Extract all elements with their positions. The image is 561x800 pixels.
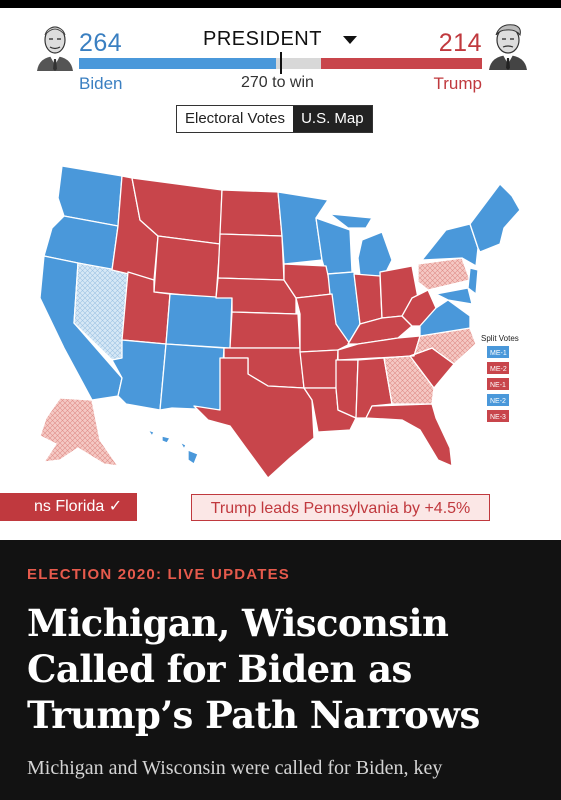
trump-avatar bbox=[486, 18, 530, 70]
biden-name: Biden bbox=[79, 74, 123, 93]
state-pennsylvania[interactable] bbox=[417, 257, 471, 291]
chevron-down-icon[interactable] bbox=[343, 36, 357, 44]
state-alaska[interactable] bbox=[39, 397, 119, 467]
split-vote-label: NE-1 bbox=[490, 382, 506, 389]
race-selector-label[interactable]: PRESIDENT bbox=[203, 28, 322, 51]
us-map-tab[interactable]: U.S. Map bbox=[293, 106, 372, 132]
state-kansas[interactable] bbox=[229, 311, 301, 349]
article-headline[interactable]: Michigan, Wisconsin Called for Biden as … bbox=[27, 600, 547, 738]
article-dek: Michigan and Wisconsin were called for B… bbox=[27, 757, 443, 779]
biden-electoral-votes: 264 bbox=[79, 29, 123, 57]
article-kicker[interactable]: ELECTION 2020: LIVE UPDATES bbox=[27, 566, 290, 583]
split-votes-title: Split Votes bbox=[481, 334, 519, 343]
view-toggle: Electoral Votes U.S. Map bbox=[176, 105, 373, 133]
state-north-dakota[interactable] bbox=[219, 189, 283, 237]
win-threshold-label: 270 to win bbox=[241, 74, 314, 91]
state-wyoming[interactable] bbox=[153, 235, 221, 299]
state-colorado[interactable] bbox=[165, 293, 233, 349]
state-florida[interactable] bbox=[365, 403, 453, 467]
split-vote-label: ME-1 bbox=[490, 350, 507, 357]
ticker-florida[interactable]: ns Florida ✓ bbox=[0, 493, 137, 521]
state-arkansas[interactable] bbox=[299, 349, 339, 389]
ticker-pennsylvania[interactable]: Trump leads Pennsylvania by +4.5% bbox=[191, 494, 490, 521]
electoral-votes-tab[interactable]: Electoral Votes bbox=[177, 106, 294, 132]
state-south-dakota[interactable] bbox=[217, 233, 285, 281]
uncalled-progress-bar bbox=[276, 58, 321, 69]
state-maryland[interactable] bbox=[435, 287, 473, 305]
top-bar bbox=[0, 0, 561, 8]
results-panel: 264 214 Biden Trump PRESIDENT 270 to win… bbox=[0, 8, 561, 540]
split-vote-label: ME-2 bbox=[490, 366, 507, 373]
trump-name: Trump bbox=[433, 74, 483, 93]
state-new-england[interactable] bbox=[469, 183, 521, 253]
biden-progress-bar bbox=[79, 58, 276, 69]
state-new-jersey[interactable] bbox=[467, 267, 479, 295]
split-votes-legend: ME-1 ME-2 NE-1 NE-2 NE-3 bbox=[487, 346, 509, 422]
trump-progress-bar bbox=[321, 58, 482, 69]
state-hawaii[interactable] bbox=[147, 429, 199, 465]
trump-electoral-votes: 214 bbox=[438, 29, 482, 57]
win-threshold-marker bbox=[280, 52, 282, 74]
split-vote-label: NE-2 bbox=[490, 398, 506, 405]
us-electoral-map[interactable]: Split Votes ME-1 ME-2 NE-1 NE-2 NE-3 bbox=[0, 148, 561, 478]
biden-avatar bbox=[33, 19, 77, 71]
state-new-mexico[interactable] bbox=[159, 343, 225, 411]
state-mississippi[interactable] bbox=[335, 359, 359, 419]
split-vote-label: NE-3 bbox=[490, 414, 506, 421]
